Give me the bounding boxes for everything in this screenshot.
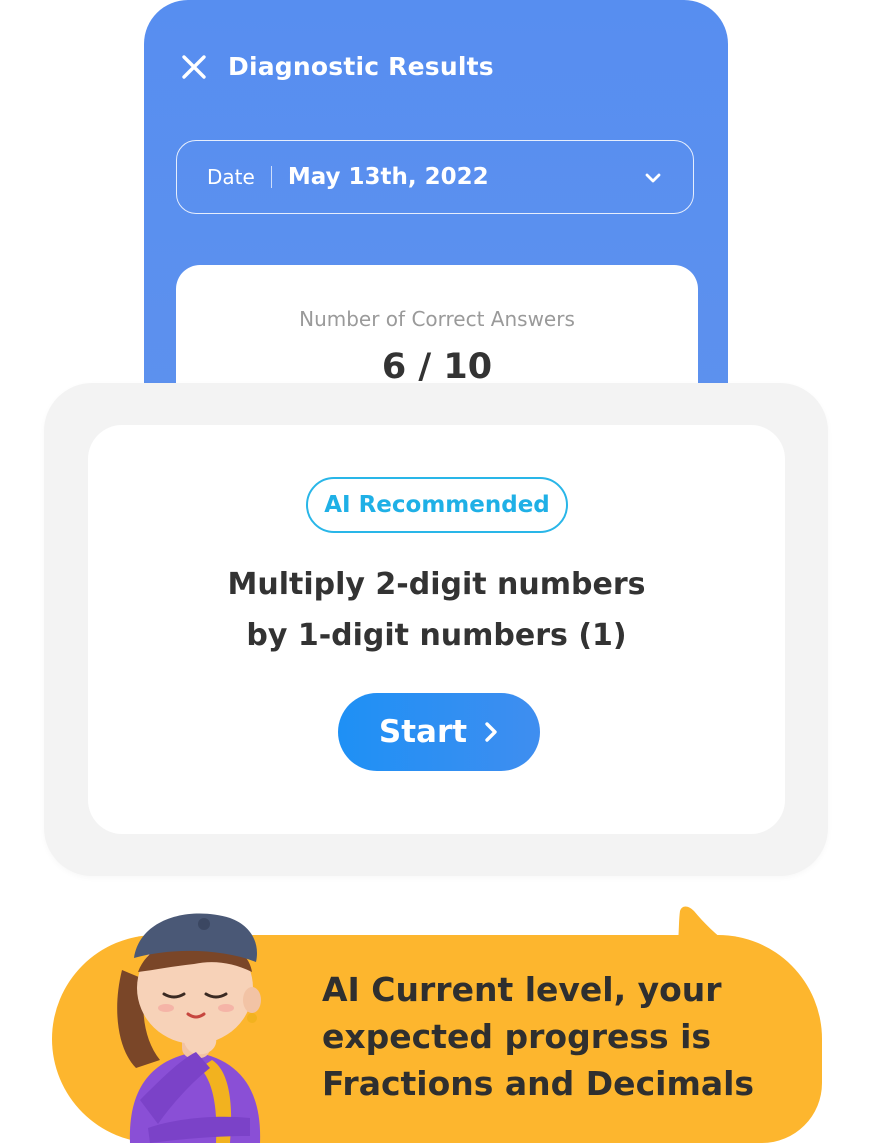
- recommendation-card: AI Recommended Multiply 2-digit numbers …: [88, 425, 785, 834]
- date-label: Date: [207, 165, 255, 189]
- lesson-title-line-1: Multiply 2-digit numbers: [227, 567, 646, 602]
- diagnostic-panel: Diagnostic Results Date May 13th, 2022 N…: [144, 0, 728, 410]
- correct-answers-value: 6 / 10: [381, 347, 493, 387]
- date-dropdown[interactable]: Date May 13th, 2022: [176, 140, 694, 214]
- header: Diagnostic Results: [180, 52, 494, 81]
- chevron-right-icon: [485, 722, 497, 742]
- bubble-line-2: expected progress is: [322, 1017, 712, 1056]
- character-illustration: [117, 913, 261, 1143]
- recommended-lesson-title: Multiply 2-digit numbers by 1-digit numb…: [88, 559, 785, 661]
- bubble-line-3: Fractions and Decimals: [322, 1064, 755, 1103]
- start-button[interactable]: Start: [338, 693, 540, 771]
- date-value: May 13th, 2022: [287, 164, 489, 190]
- speech-bubble-text: AI Current level, your expected progress…: [322, 966, 792, 1107]
- ai-recommended-badge: AI Recommended: [306, 477, 568, 533]
- date-divider: [270, 166, 272, 188]
- start-label: Start: [378, 714, 468, 750]
- correct-answers-label: Number of Correct Answers: [299, 307, 575, 331]
- close-button[interactable]: [180, 53, 208, 81]
- lesson-title-line-2: by 1-digit numbers (1): [246, 618, 627, 653]
- bubble-line-1: AI Current level, your: [322, 970, 722, 1009]
- page-title: Diagnostic Results: [228, 52, 494, 81]
- recommendation-panel: AI Recommended Multiply 2-digit numbers …: [44, 383, 828, 876]
- close-icon: [182, 54, 206, 79]
- chevron-down-icon: [645, 173, 661, 183]
